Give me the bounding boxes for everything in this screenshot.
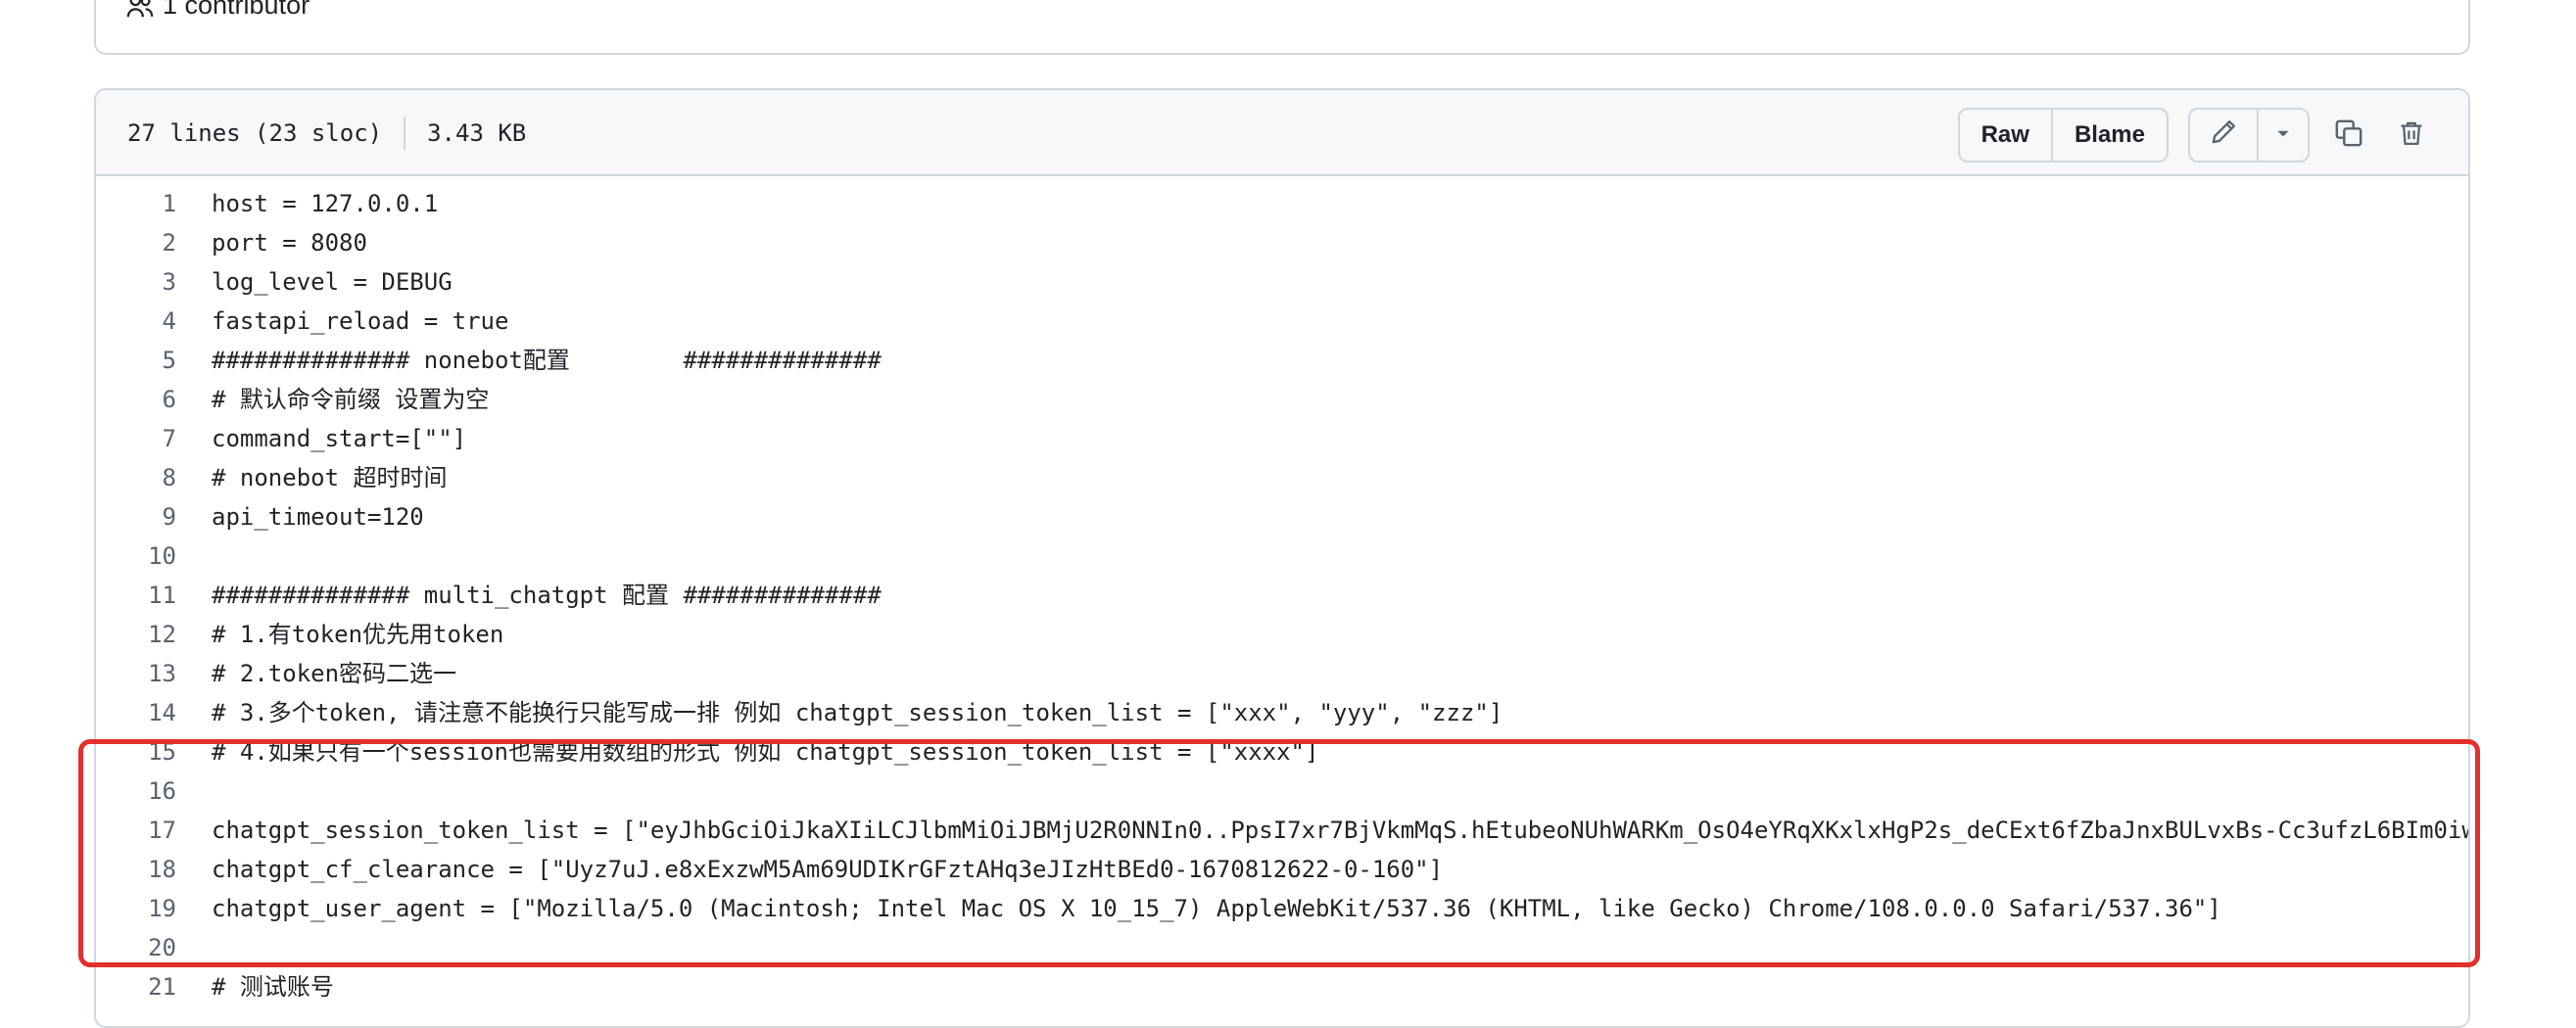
line-content [176,537,212,576]
code-line: 9 api_timeout=120 [96,497,2468,537]
pencil-icon [2210,118,2237,153]
line-content: chatgpt_cf_clearance = ["Uyz7uJ.e8xExzwM… [212,856,1444,883]
line-content [176,928,212,967]
delete-button[interactable] [2384,108,2439,163]
code-line: 10 [96,537,2468,576]
raw-blame-group: Raw Blame [1957,108,2169,163]
code-line: 15 # 4.如果只有一个session也需要用数组的形式 例如 chatgpt_… [96,732,2468,771]
line-number[interactable]: 8 [96,458,176,497]
line-content: # 4.如果只有一个session也需要用数组的形式 例如 chatgpt_se… [212,738,1319,766]
file-size: 3.43 KB [427,119,527,147]
code-line: 18 chatgpt_cf_clearance = ["Uyz7uJ.e8xExz… [96,850,2468,889]
file-info: 27 lines (23 sloc) 3.43 KB [127,90,526,176]
line-content: # 默认命令前缀 设置为空 [212,386,490,413]
line-number[interactable]: 11 [96,576,176,615]
trash-icon [2398,118,2425,153]
code-line: 1 host = 127.0.0.1 [96,184,2468,223]
file-view: 27 lines (23 sloc) 3.43 KB Raw Blame 1 h… [94,88,2470,1028]
line-content: # 1.有token优先用token [212,621,504,648]
line-number[interactable]: 19 [96,889,176,928]
code-line: 17 chatgpt_session_token_list = ["eyJhbGc… [96,811,2468,850]
code-line: 20 [96,928,2468,967]
line-content: # 测试账号 [212,973,334,1001]
edit-button[interactable] [2190,110,2257,161]
line-content: ############## multi_chatgpt 配置 ########… [212,582,882,609]
contributors-link[interactable]: 1 contributor [125,0,310,21]
code-view: 1 host = 127.0.0.1 2 port = 8080 3 log_level … [96,184,2468,1006]
line-content: # 2.token密码二选一 [212,660,457,687]
code-line: 5 ############## nonebot配置 ############## [96,341,2468,380]
line-content: chatgpt_session_token_list = ["eyJhbGciO… [212,817,2468,844]
line-number[interactable]: 3 [96,262,176,302]
line-number[interactable]: 1 [96,184,176,223]
line-number[interactable]: 16 [96,771,176,811]
line-content: fastapi_reload = true [212,307,509,335]
line-number[interactable]: 9 [96,497,176,537]
line-number[interactable]: 20 [96,928,176,967]
code-line: 19 chatgpt_user_agent = ["Mozilla/5.0 (Ma… [96,889,2468,928]
code-line: 6 # 默认命令前缀 设置为空 [96,380,2468,419]
line-number[interactable]: 7 [96,419,176,458]
file-header: 27 lines (23 sloc) 3.43 KB Raw Blame [96,90,2468,176]
line-content: # nonebot 超时时间 [212,464,448,491]
line-number[interactable]: 15 [96,732,176,771]
line-number[interactable]: 14 [96,693,176,732]
contributors-box: 1 contributor [94,0,2470,55]
copy-icon [2334,118,2363,153]
triangle-down-icon [2274,121,2292,149]
line-number[interactable]: 2 [96,223,176,262]
line-number[interactable]: 12 [96,615,176,654]
code-line: 11 ############## multi_chatgpt 配置 ######… [96,576,2468,615]
code-line: 12 # 1.有token优先用token [96,615,2468,654]
edit-group [2188,108,2310,163]
code-line: 13 # 2.token密码二选一 [96,654,2468,693]
lines-info: 27 lines (23 sloc) [127,119,383,147]
line-content: # 3.多个token, 请注意不能换行只能写成一排 例如 chatgpt_se… [212,699,1503,726]
code-line: 3 log_level = DEBUG [96,262,2468,302]
blame-button[interactable]: Blame [2050,110,2167,161]
line-number[interactable]: 6 [96,380,176,419]
line-number[interactable]: 13 [96,654,176,693]
line-number[interactable]: 17 [96,811,176,850]
line-content: api_timeout=120 [212,503,424,531]
divider [404,117,406,150]
line-content: log_level = DEBUG [212,268,453,296]
file-actions: Raw Blame [1957,108,2439,163]
raw-button[interactable]: Raw [1960,110,2051,161]
line-number[interactable]: 5 [96,341,176,380]
code-line: 2 port = 8080 [96,223,2468,262]
line-content: port = 8080 [212,229,367,257]
line-number[interactable]: 18 [96,850,176,889]
code-line: 7 command_start=[""] [96,419,2468,458]
code-line: 21 # 测试账号 [96,967,2468,1006]
people-icon [125,0,155,21]
line-content: chatgpt_user_agent = ["Mozilla/5.0 (Maci… [212,895,2221,922]
line-number[interactable]: 21 [96,967,176,1006]
contributors-label: 1 contributor [163,0,310,20]
line-content: command_start=[""] [212,425,467,452]
line-number[interactable]: 10 [96,537,176,576]
line-content [176,771,212,811]
line-number[interactable]: 4 [96,302,176,341]
code-line: 8 # nonebot 超时时间 [96,458,2468,497]
edit-dropdown-button[interactable] [2257,110,2308,161]
code-line: 16 [96,771,2468,811]
copy-button[interactable] [2321,108,2376,163]
code-line: 14 # 3.多个token, 请注意不能换行只能写成一排 例如 chatgpt_… [96,693,2468,732]
line-content: ############## nonebot配置 ############## [212,347,882,374]
code-line: 4 fastapi_reload = true [96,302,2468,341]
line-content: host = 127.0.0.1 [212,190,439,217]
